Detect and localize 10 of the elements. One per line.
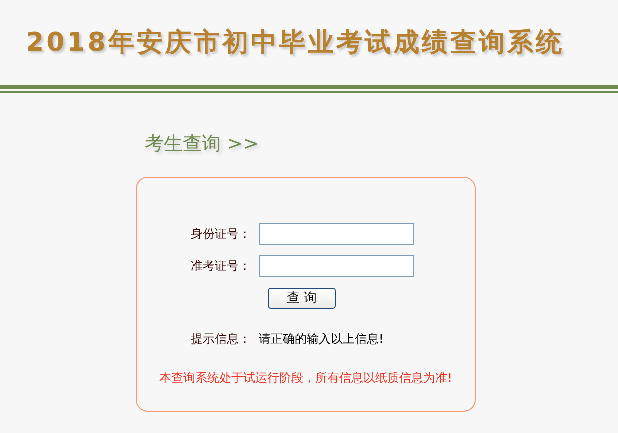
notice-text: 本查询系统处于试运行阶段，所有信息以纸质信息为准!	[158, 370, 454, 386]
input-field[interactable]	[259, 223, 414, 245]
hint-text: 请正确的输入以上信息!	[259, 330, 384, 348]
hint-label: 提示信息：	[190, 330, 252, 348]
section-heading: 考生查询 >>	[145, 132, 259, 157]
query-button[interactable]: 查 询	[268, 288, 336, 308]
field-label: 身份证号：	[190, 226, 252, 242]
input-field[interactable]	[259, 255, 414, 277]
page-title: 2018年安庆市初中毕业考试成绩查询系统	[26, 27, 564, 60]
field-label: 准考证号：	[190, 258, 252, 274]
